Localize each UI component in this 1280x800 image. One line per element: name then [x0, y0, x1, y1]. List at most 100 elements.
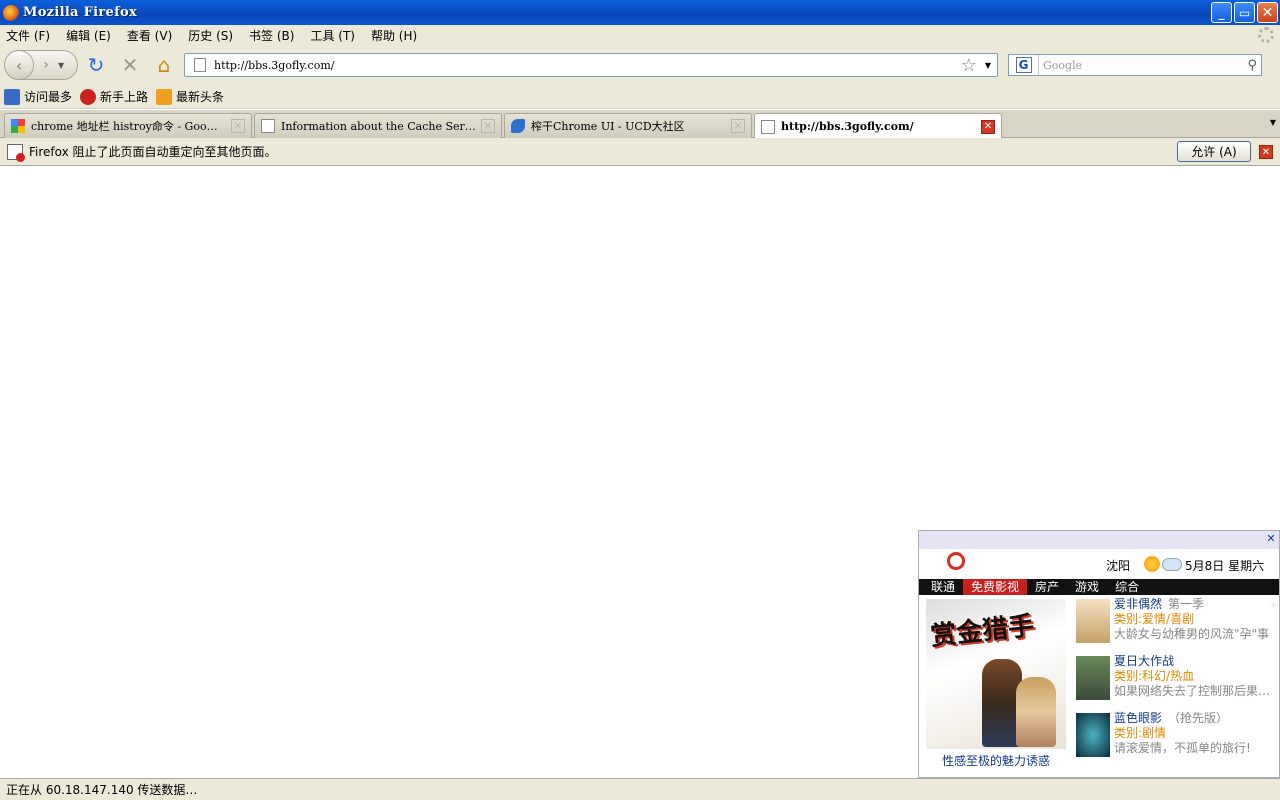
tab-label: http://bbs.3gofly.com/: [781, 120, 914, 133]
tab-cache-info[interactable]: Information about the Cache Ser… ✕: [254, 113, 502, 138]
bookmarks-toolbar: 访问最多 新手上路 最新头条: [0, 85, 1280, 109]
popup-nav: 联通 免费影视 房产 游戏 综合: [919, 579, 1279, 595]
sunny-icon: [1144, 556, 1160, 572]
notification-message: Firefox 阻止了此页面自动重定向至其他页面。: [29, 145, 277, 159]
back-button[interactable]: ‹: [4, 50, 34, 80]
window-title: Mozilla Firefox: [23, 5, 138, 20]
forward-button[interactable]: ›: [34, 57, 58, 73]
menu-bar: 文件 (F) 编辑 (E) 查看 (V) 历史 (S) 书签 (B) 工具 (T…: [0, 25, 1280, 45]
tab-close-icon[interactable]: ✕: [231, 119, 245, 133]
blocked-redirect-icon: [7, 143, 25, 162]
china-unicom-logo[interactable]: [927, 552, 969, 576]
weather-date: 5月8日 星期六: [1185, 559, 1265, 573]
bookmark-label: 最新头条: [176, 90, 225, 104]
tab-close-icon[interactable]: ✕: [731, 119, 745, 133]
firefox-logo-icon: [3, 4, 19, 21]
page-icon: [761, 119, 775, 134]
search-input[interactable]: Google: [1039, 59, 1247, 72]
popup-tab-unicom[interactable]: 联通: [923, 579, 963, 595]
tab-ucd[interactable]: 榨干Chrome UI - UCD大社区 ✕: [504, 113, 752, 138]
unicom-knot-icon: [947, 552, 965, 570]
poster-title: 赏金猎手: [929, 611, 1036, 652]
status-bar: 正在从 60.18.147.140 传送数据…: [0, 778, 1280, 800]
popup-tab-general[interactable]: 综合: [1107, 579, 1147, 595]
list-item[interactable]: 蓝色眼影 （抢先版） 类别:剧情 请滚爱情，不孤单的旅行!: [1076, 711, 1276, 768]
tab-label: 榨干Chrome UI - UCD大社区: [531, 120, 685, 133]
back-forward-group: ‹ › ▼: [4, 50, 78, 80]
page-icon: [261, 119, 275, 133]
movie-note: 第一季: [1168, 597, 1205, 611]
bookmark-most-visited[interactable]: 访问最多: [4, 88, 72, 105]
movie-poster[interactable]: 赏金猎手: [926, 599, 1066, 749]
title-bar: Mozilla Firefox _ ▭ ✕: [0, 0, 1280, 25]
popup-tab-games[interactable]: 游戏: [1067, 579, 1107, 595]
history-dropdown-icon[interactable]: ▼: [58, 61, 64, 70]
maximize-button[interactable]: ▭: [1234, 2, 1255, 23]
list-item[interactable]: 夏日大作战 类别:科幻/热血 如果网络失去了控制那后果…: [1076, 654, 1276, 711]
bookmark-latest-headlines[interactable]: 最新头条: [156, 88, 224, 105]
movie-category: 类别:剧情: [1114, 726, 1167, 740]
menu-help[interactable]: 帮助 (H): [371, 27, 417, 44]
movie-name[interactable]: 爱非偶然: [1114, 597, 1162, 611]
bookmark-star-icon[interactable]: ☆: [961, 55, 977, 76]
stop-button[interactable]: ✕: [114, 49, 146, 81]
popup-body: 赏金猎手 性感至极的魅力诱惑 爱非偶然 第一季 类别:爱情/喜剧 大龄女与幼稚男的…: [919, 595, 1279, 768]
tab-bar: chrome 地址栏 histroy命令 - Goo… ✕ Informatio…: [0, 110, 1280, 139]
menu-view[interactable]: 查看 (V): [127, 27, 172, 44]
minimize-button[interactable]: _: [1211, 2, 1232, 23]
movie-name[interactable]: 夏日大作战: [1114, 654, 1174, 668]
url-dropdown-icon[interactable]: ▼: [985, 61, 991, 70]
navigation-toolbar: ‹ › ▼ ↻ ✕ ⌂ http://bbs.3gofly.com/ ☆ ▼ G…: [0, 45, 1280, 85]
cloudy-icon: [1162, 558, 1182, 571]
movie-thumbnail[interactable]: [1076, 713, 1110, 757]
folder-icon: [4, 88, 20, 105]
popup-close-button[interactable]: ✕: [1265, 533, 1277, 545]
menu-edit[interactable]: 编辑 (E): [66, 27, 111, 44]
list-item[interactable]: 爱非偶然 第一季 类别:爱情/喜剧 大龄女与幼稚男的风流"孕"事: [1076, 597, 1276, 654]
menu-bookmarks[interactable]: 书签 (B): [249, 27, 294, 44]
tab-3gofly[interactable]: http://bbs.3gofly.com/ ✕: [754, 113, 1002, 139]
movie-desc: 大龄女与幼稚男的风流"孕"事: [1114, 627, 1270, 641]
movie-name[interactable]: 蓝色眼影: [1114, 711, 1162, 725]
movie-thumbnail[interactable]: [1076, 599, 1110, 643]
menu-history[interactable]: 历史 (S): [188, 27, 233, 44]
bookmark-label: 新手上路: [100, 90, 149, 104]
tab-google[interactable]: chrome 地址栏 histroy命令 - Goo… ✕: [4, 113, 252, 138]
redirect-notification-bar: Firefox 阻止了此页面自动重定向至其他页面。 允许 (A) ✕: [0, 138, 1280, 166]
popup-tab-free-video[interactable]: 免费影视: [963, 579, 1028, 595]
home-button[interactable]: ⌂: [148, 49, 180, 81]
popup-brand-row: 沈阳 5月8日 星期六: [919, 549, 1279, 579]
url-bar[interactable]: http://bbs.3gofly.com/ ☆ ▼: [184, 53, 998, 77]
google-icon: [11, 119, 25, 133]
reload-button[interactable]: ↻: [80, 49, 112, 81]
allow-button[interactable]: 允许 (A): [1177, 141, 1251, 162]
loading-throbber-icon: [1258, 27, 1274, 43]
page-icon: [194, 58, 206, 72]
search-icon[interactable]: ⚲: [1247, 58, 1257, 73]
url-input[interactable]: http://bbs.3gofly.com/: [214, 59, 961, 72]
google-icon: G: [1015, 57, 1032, 73]
popup-tab-realestate[interactable]: 房产: [1027, 579, 1067, 595]
bookmark-label: 访问最多: [24, 90, 73, 104]
weather-city: 沈阳: [1106, 559, 1131, 573]
bookmark-getting-started[interactable]: 新手上路: [80, 88, 148, 105]
poster-figure-woman: [1016, 677, 1056, 747]
tab-label: chrome 地址栏 histroy命令 - Goo…: [31, 120, 218, 133]
close-window-button[interactable]: ✕: [1257, 2, 1278, 23]
resize-grip-icon: ⁘: [1270, 601, 1277, 610]
search-bar[interactable]: G Google ⚲: [1008, 54, 1262, 76]
unicom-popup-ad: ✕ 沈阳 5月8日 星期六 联通 免费影视 房产 游戏 综合 赏金猎手 性感至极…: [918, 530, 1280, 778]
tab-close-icon[interactable]: ✕: [981, 119, 995, 134]
notification-close-button[interactable]: ✕: [1259, 145, 1273, 159]
tab-close-icon[interactable]: ✕: [481, 119, 495, 133]
movie-thumbnail[interactable]: [1076, 656, 1110, 700]
movie-category: 类别:科幻/热血: [1114, 669, 1195, 683]
movie-list: 爱非偶然 第一季 类别:爱情/喜剧 大龄女与幼稚男的风流"孕"事 夏日大作战 类别…: [1076, 597, 1276, 768]
search-engine-selector[interactable]: G: [1009, 55, 1039, 75]
movie-note: （抢先版）: [1168, 711, 1229, 725]
menu-file[interactable]: 文件 (F): [6, 27, 50, 44]
menu-tools[interactable]: 工具 (T): [310, 27, 355, 44]
tab-list-dropdown-icon[interactable]: ▼: [1270, 118, 1276, 127]
movie-desc: 如果网络失去了控制那后果…: [1114, 684, 1271, 698]
poster-caption[interactable]: 性感至极的魅力诱惑: [926, 752, 1066, 769]
